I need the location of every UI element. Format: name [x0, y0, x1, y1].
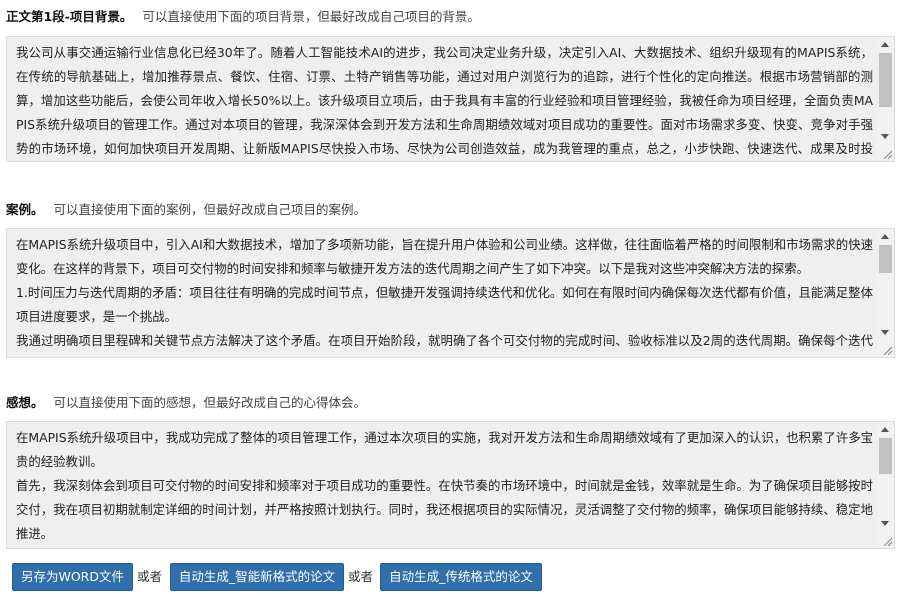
scrollbar[interactable] — [877, 229, 894, 357]
textarea-content[interactable]: 在MAPIS系统升级项目中，我成功完成了整体的项目管理工作，通过本次项目的实施，… — [16, 426, 873, 546]
background-textarea[interactable]: 我公司从事交通运输行业信息化已经30年了。随着人工智能技术AI的进步，我公司决定… — [6, 36, 895, 162]
section-title: 案例。 — [6, 202, 44, 217]
textarea-content[interactable]: 在MAPIS系统升级项目中，引入AI和大数据技术，增加了多项新功能，旨在提升用户… — [16, 233, 873, 357]
section-hint: 可以直接使用下面的感想，但最好改成自己的心得体会。 — [53, 395, 367, 410]
reflection-textarea[interactable]: 在MAPIS系统升级项目中，我成功完成了整体的项目管理工作，通过本次项目的实施，… — [6, 421, 895, 549]
resize-handle-icon[interactable] — [882, 149, 892, 159]
generate-traditional-paper-button[interactable]: 自动生成_传统格式的论文 — [380, 563, 542, 591]
save-word-button[interactable]: 另存为WORD文件 — [12, 563, 133, 591]
scroll-down-icon[interactable] — [881, 330, 889, 335]
section-title: 感想。 — [6, 395, 44, 410]
scroll-down-icon[interactable] — [881, 134, 889, 139]
textarea-content[interactable]: 我公司从事交通运输行业信息化已经30年了。随着人工智能技术AI的进步，我公司决定… — [16, 41, 873, 161]
scroll-thumb[interactable] — [879, 245, 892, 273]
scroll-thumb[interactable] — [879, 438, 892, 474]
section-hint: 可以直接使用下面的案例，但最好改成自己项目的案例。 — [53, 202, 367, 217]
scrollbar[interactable] — [877, 37, 894, 161]
scroll-up-icon[interactable] — [881, 42, 889, 47]
resize-handle-icon[interactable] — [882, 345, 892, 355]
scroll-up-icon[interactable] — [881, 234, 889, 239]
case-textarea[interactable]: 在MAPIS系统升级项目中，引入AI和大数据技术，增加了多项新功能，旨在提升用户… — [6, 228, 895, 358]
section-header: 案例。 可以直接使用下面的案例，但最好改成自己项目的案例。 — [6, 202, 366, 218]
section-hint: 可以直接使用下面的项目背景，但最好改成自己项目的背景。 — [142, 9, 480, 24]
section-header: 正文第1段-项目背景。 可以直接使用下面的项目背景，但最好改成自己项目的背景。 — [6, 9, 480, 25]
resize-handle-icon[interactable] — [882, 536, 892, 546]
scroll-up-icon[interactable] — [881, 427, 889, 432]
section-header: 感想。 可以直接使用下面的感想，但最好改成自己的心得体会。 — [6, 395, 366, 411]
section-title: 正文第1段-项目背景。 — [6, 9, 133, 24]
scrollbar[interactable] — [877, 422, 894, 548]
generate-smart-paper-button[interactable]: 自动生成_智能新格式的论文 — [170, 563, 344, 591]
scroll-down-icon[interactable] — [881, 521, 889, 526]
or-label: 或者 — [348, 569, 374, 584]
or-label: 或者 — [137, 569, 163, 584]
scroll-thumb[interactable] — [879, 53, 892, 107]
